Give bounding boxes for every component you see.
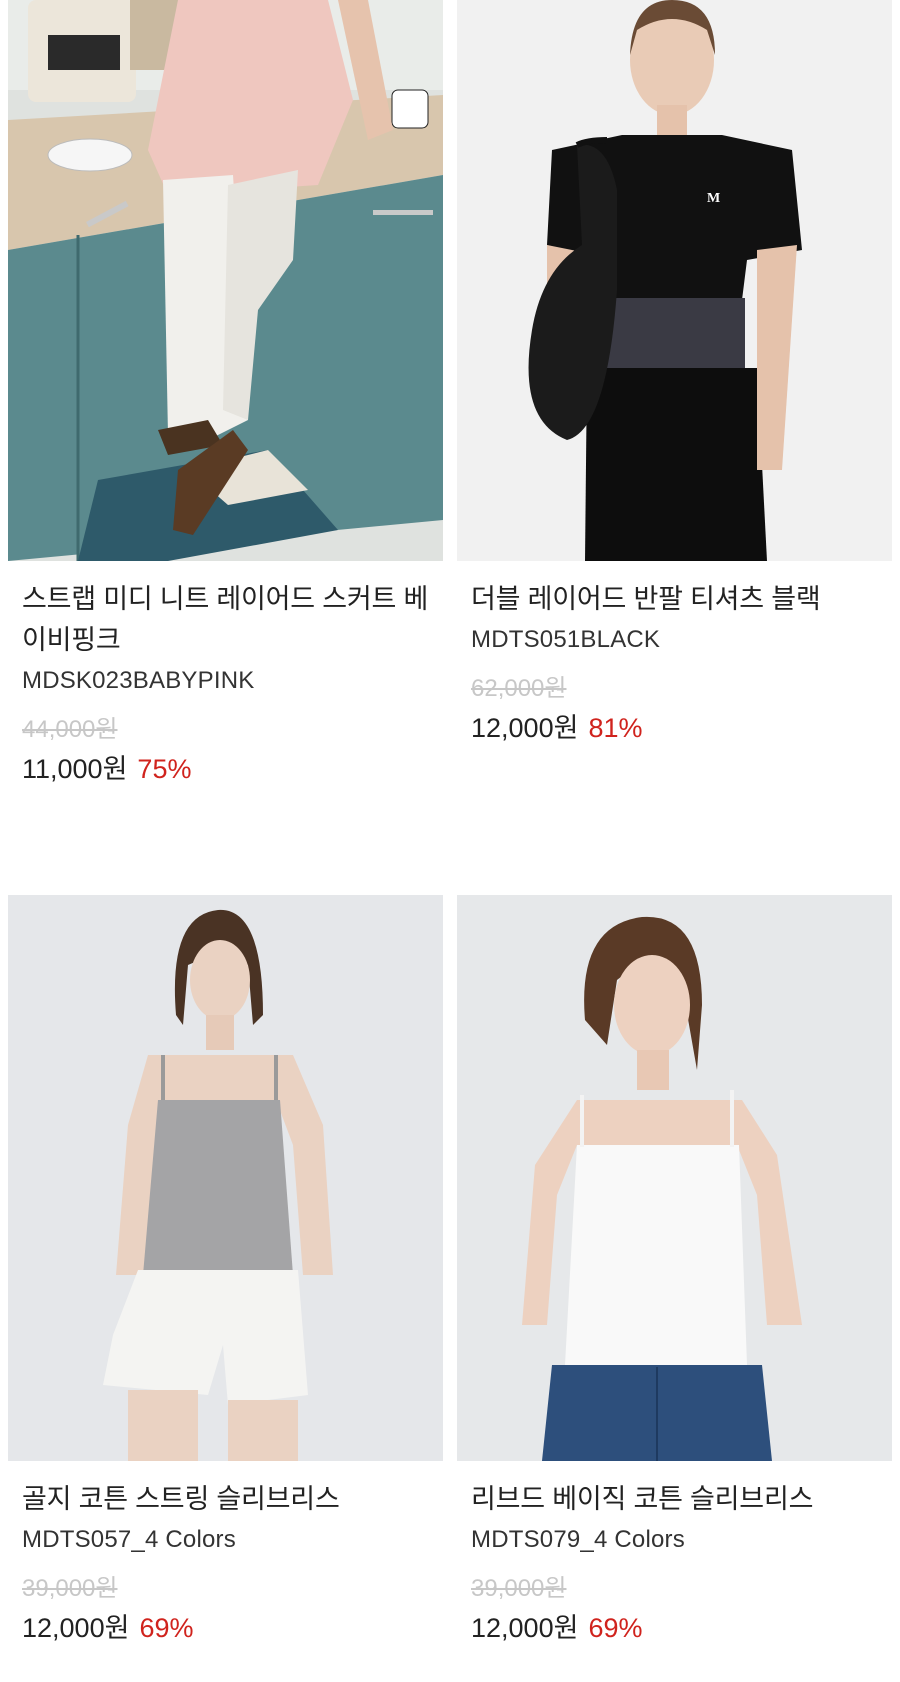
product-title[interactable]: 골지 코튼 스트링 슬리브리스 [22,1479,429,1520]
price-row: 11,000원 75% [22,749,429,789]
product-image[interactable] [8,895,443,1461]
product-card[interactable]: 스트랩 미디 니트 레이어드 스커트 베이비핑크 MDSK023BABYPINK… [8,0,443,789]
original-price: 44,000원 [22,716,118,743]
sale-price: 12,000원 [22,1613,130,1643]
product-card[interactable]: 골지 코튼 스트링 슬리브리스 MDTS057_4 Colors 39,000원… [8,895,443,1648]
product-grid: 스트랩 미디 니트 레이어드 스커트 베이비핑크 MDSK023BABYPINK… [0,0,900,1682]
product-card[interactable]: 리브드 베이직 코튼 슬리브리스 MDTS079_4 Colors 39,000… [457,895,892,1648]
original-price: 39,000원 [471,1575,567,1602]
sale-price: 11,000원 [22,754,128,784]
product-photo-grey-sleeveless [8,895,443,1461]
discount-rate: 69% [588,1613,643,1643]
discount-rate: 75% [137,754,192,784]
product-image[interactable]: M [457,0,892,561]
product-code: MDTS057_4 Colors [22,1526,236,1553]
original-price: 62,000원 [471,675,567,702]
sale-price: 12,000원 [471,713,579,743]
price-row: 12,000원 81% [471,708,878,748]
price-row: 12,000원 69% [22,1608,429,1648]
sale-price: 12,000원 [471,1613,579,1643]
product-photo-skirt [8,0,443,561]
svg-text:M: M [707,191,720,206]
product-title[interactable]: 더블 레이어드 반팔 티셔츠 블랙 [471,579,878,620]
product-code: MDTS051BLACK [471,626,661,653]
product-image[interactable] [8,0,443,561]
discount-rate: 69% [139,1613,194,1643]
product-code: MDSK023BABYPINK [22,667,255,694]
product-card[interactable]: M 더블 레이어드 반팔 티셔츠 블랙 MDTS051BLACK 62,000원… [457,0,892,748]
price-row: 12,000원 69% [471,1608,878,1648]
product-code: MDTS079_4 Colors [471,1526,685,1553]
original-price: 39,000원 [22,1575,118,1602]
product-photo-white-sleeveless [457,895,892,1461]
product-image[interactable] [457,895,892,1461]
product-title[interactable]: 리브드 베이직 코튼 슬리브리스 [471,1479,878,1520]
product-photo-black-tee: M [457,0,892,561]
product-title[interactable]: 스트랩 미디 니트 레이어드 스커트 베이비핑크 [22,579,429,661]
discount-rate: 81% [588,713,643,743]
